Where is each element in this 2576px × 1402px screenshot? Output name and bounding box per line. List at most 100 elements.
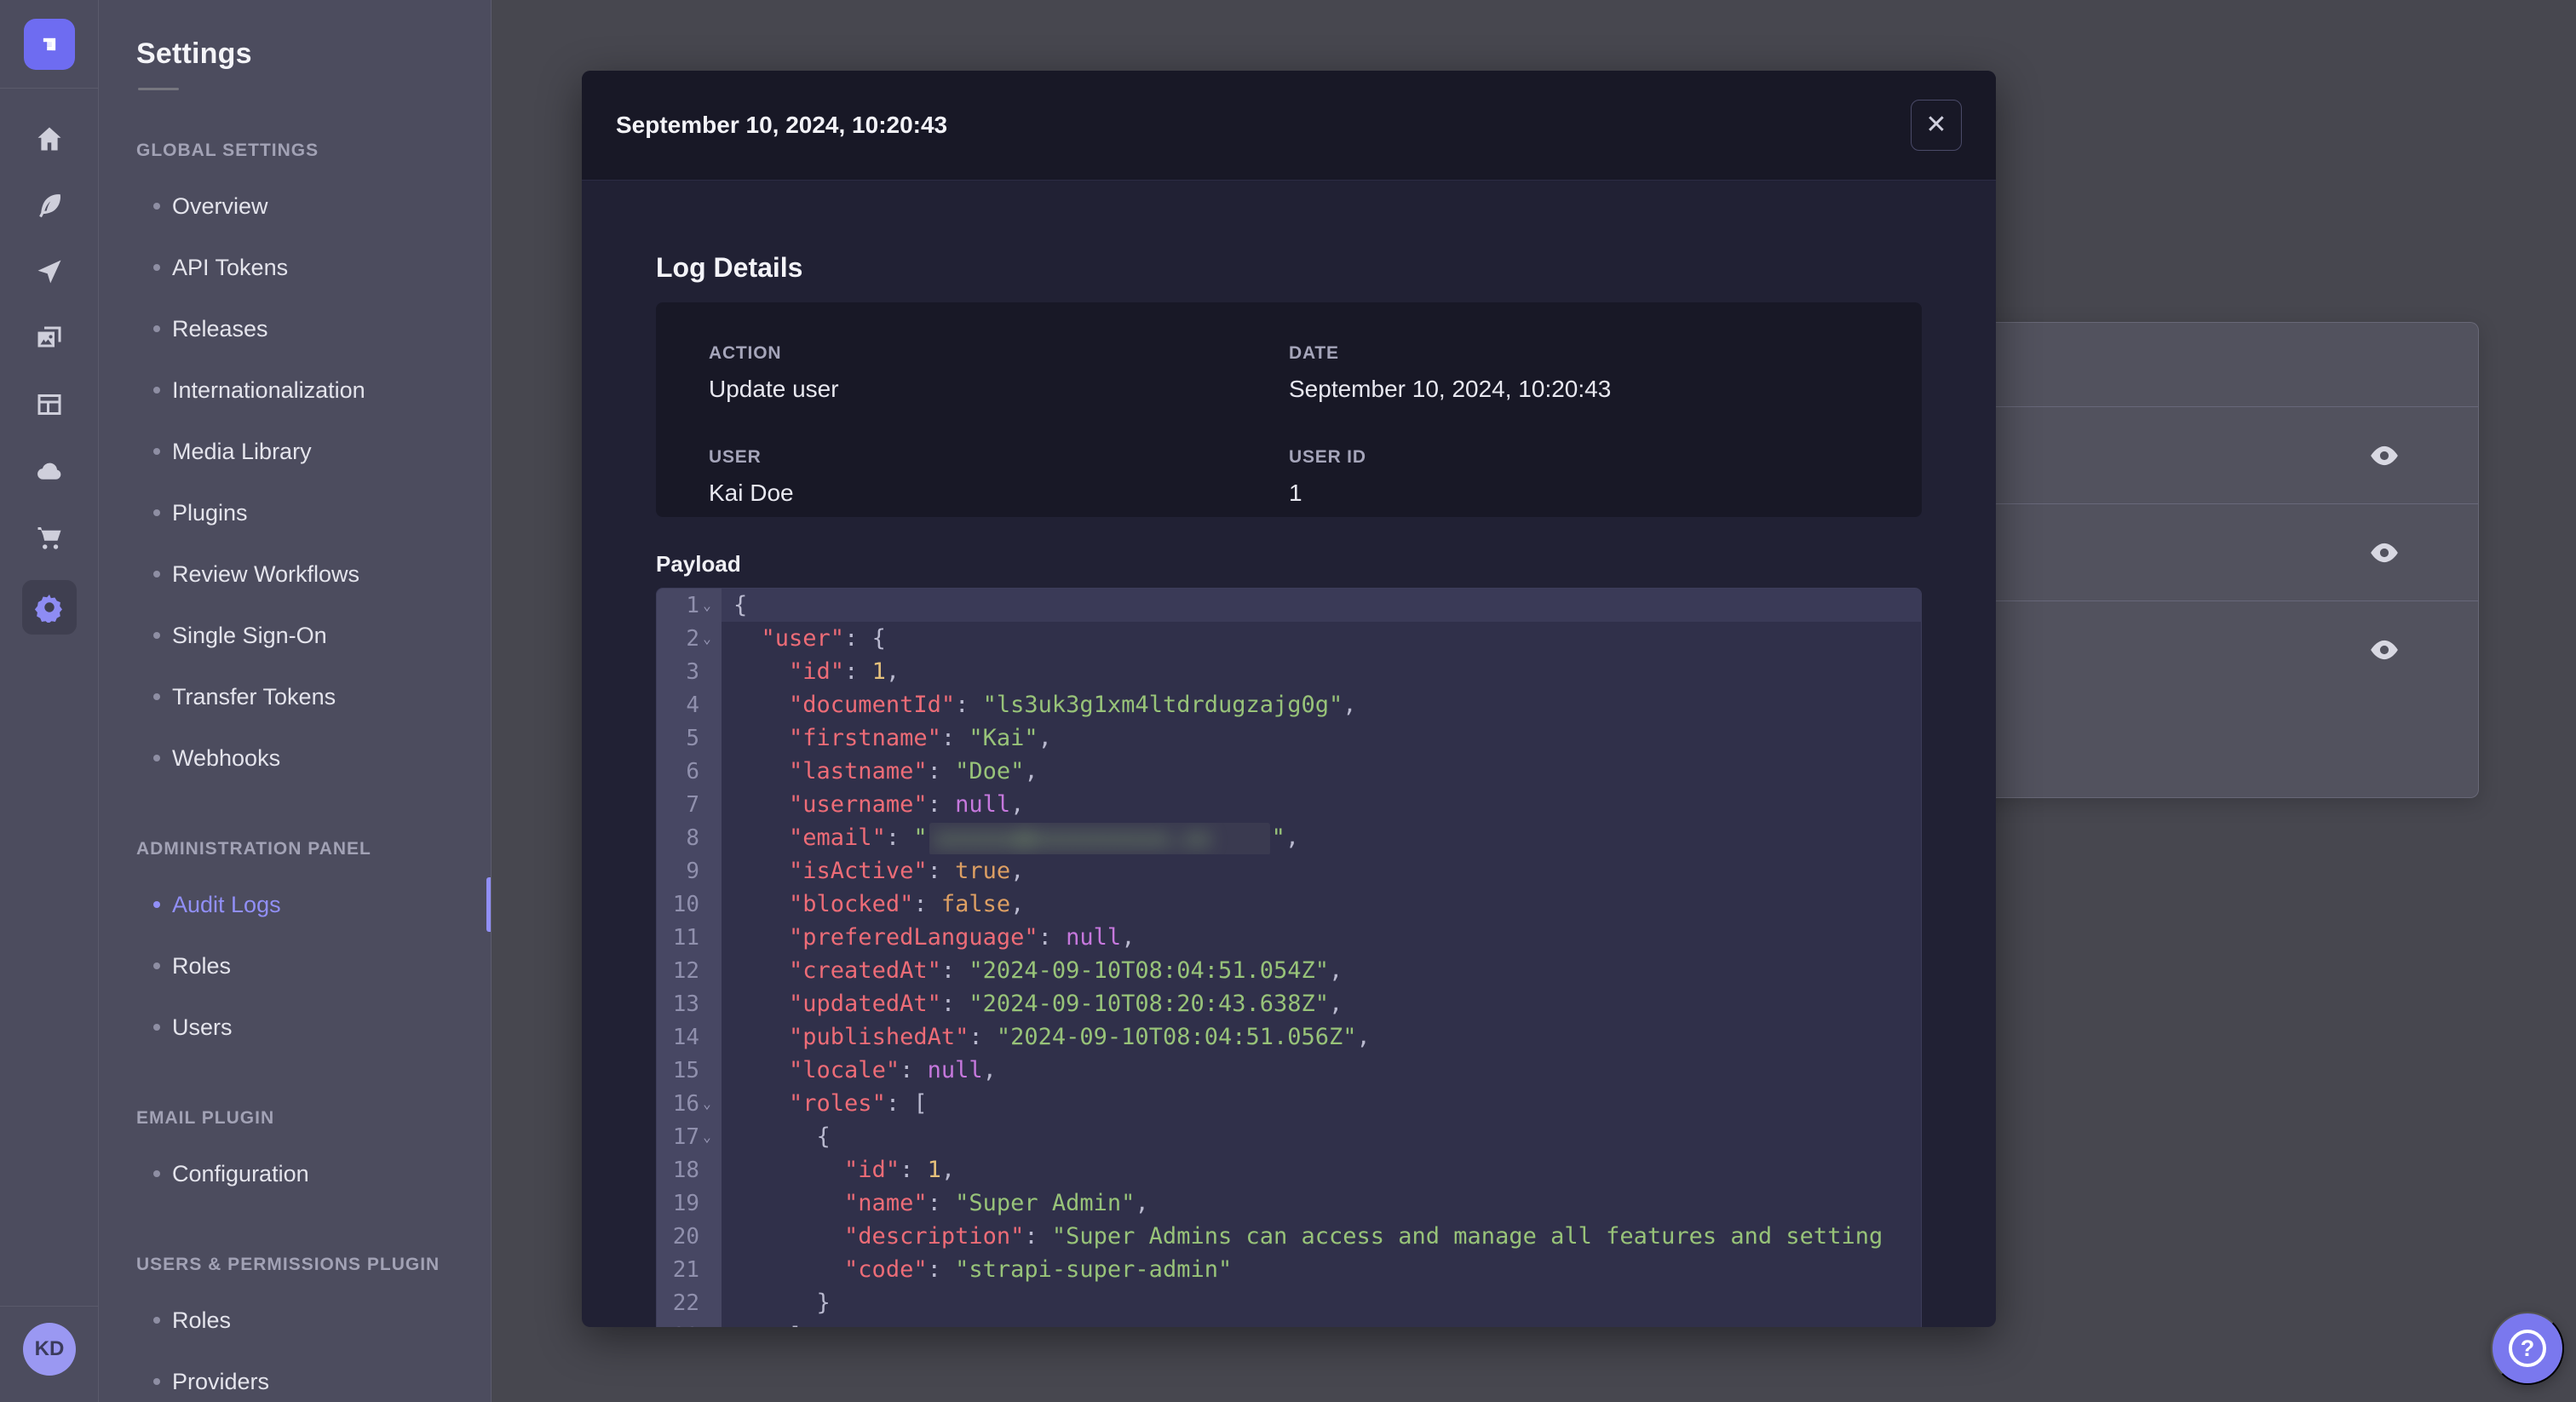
field-label: USER bbox=[709, 447, 762, 467]
modal-body: Log Details ACTION Update user DATE Septe… bbox=[582, 252, 1996, 1327]
strapi-logo-glyph bbox=[43, 37, 56, 51]
bullet-icon bbox=[153, 571, 160, 577]
send-icon[interactable] bbox=[0, 238, 99, 305]
sidebar-item-single-sign-on[interactable]: Single Sign-On bbox=[99, 605, 491, 666]
bullet-icon bbox=[153, 1170, 160, 1177]
line-number: 14⌄ bbox=[657, 1020, 722, 1054]
line-number: 18⌄ bbox=[657, 1153, 722, 1187]
code-line: 10⌄ "blocked": false, bbox=[657, 888, 1921, 921]
close-button[interactable]: ✕ bbox=[1911, 100, 1962, 151]
sidebar-item-releases[interactable]: Releases bbox=[99, 298, 491, 359]
code-line: 20⌄ "description": "Super Admins can acc… bbox=[657, 1220, 1921, 1253]
view-details-button[interactable] bbox=[2367, 439, 2401, 473]
field-value: Update user bbox=[709, 376, 839, 402]
line-number: 23⌄ bbox=[657, 1319, 722, 1327]
log-details-heading: Log Details bbox=[656, 252, 803, 283]
code-line: 4⌄ "documentId": "ls3uk3g1xm4ltdrdugzajg… bbox=[657, 688, 1921, 721]
code-text: "roles": [ bbox=[789, 1090, 928, 1117]
rail-divider bbox=[0, 88, 99, 89]
field-label: USER ID bbox=[1289, 447, 1366, 467]
code-text: "id": 1, bbox=[844, 1157, 956, 1183]
code-text: "publishedAt": "2024-09-10T08:04:51.056Z… bbox=[789, 1024, 1371, 1050]
code-text: ] bbox=[722, 1319, 1921, 1327]
code-text: "user": { bbox=[761, 625, 886, 652]
settings-sidebar: Settings GLOBAL SETTINGS Overview API Toke… bbox=[99, 0, 492, 1402]
nav-settings-active[interactable] bbox=[0, 571, 99, 644]
payload-code-editor[interactable]: 1⌄{2⌄ "user": {3⌄ "id": 1,4⌄ "documentId… bbox=[656, 588, 1922, 1327]
line-number: 12⌄ bbox=[657, 954, 722, 987]
sidebar-item-overview[interactable]: Overview bbox=[99, 175, 491, 237]
line-number: 13⌄ bbox=[657, 987, 722, 1020]
view-details-button[interactable] bbox=[2367, 536, 2401, 570]
view-details-button[interactable] bbox=[2367, 633, 2401, 667]
eye-icon bbox=[2371, 543, 2398, 563]
code-line: 22⌄ } bbox=[657, 1286, 1921, 1319]
sidebar-item-review-workflows[interactable]: Review Workflows bbox=[99, 543, 491, 605]
code-text: "firstname": "Kai", bbox=[789, 725, 1052, 751]
sidebar-item-providers[interactable]: Providers bbox=[99, 1351, 491, 1402]
close-icon: ✕ bbox=[1925, 111, 1947, 139]
code-line: 11⌄ "preferedLanguage": null, bbox=[657, 921, 1921, 954]
sidebar-item-media-library[interactable]: Media Library bbox=[99, 421, 491, 482]
home-icon[interactable] bbox=[0, 106, 99, 172]
bullet-icon bbox=[153, 203, 160, 210]
sidebar-section-header: GLOBAL SETTINGS bbox=[136, 141, 319, 160]
sidebar-item-roles[interactable]: Roles bbox=[99, 935, 491, 997]
sidebar-item-api-tokens[interactable]: API Tokens bbox=[99, 237, 491, 298]
bullet-icon bbox=[153, 901, 160, 908]
code-text: "documentId": "ls3uk3g1xm4ltdrdugzajg0g"… bbox=[789, 692, 1357, 718]
feather-icon[interactable] bbox=[0, 172, 99, 238]
code-text: "code": "strapi-super-admin" bbox=[844, 1256, 1233, 1283]
sidebar-item-audit-logs[interactable]: Audit Logs bbox=[99, 874, 491, 935]
code-line: 9⌄ "isActive": true, bbox=[657, 854, 1921, 888]
fold-chevron-icon[interactable]: ⌄ bbox=[699, 630, 715, 646]
sidebar-item-webhooks[interactable]: Webhooks bbox=[99, 727, 491, 789]
strapi-logo-icon[interactable] bbox=[24, 19, 75, 70]
bullet-icon bbox=[153, 1317, 160, 1324]
sidebar-item-configuration[interactable]: Configuration bbox=[99, 1143, 491, 1204]
line-number: 1 ⌄ bbox=[657, 589, 722, 622]
help-button[interactable]: ? bbox=[2491, 1312, 2564, 1385]
code-line: 18⌄ "id": 1, bbox=[657, 1153, 1921, 1187]
media-library-icon[interactable] bbox=[0, 305, 99, 371]
code-text: { bbox=[816, 1123, 831, 1150]
line-number: 2 ⌄ bbox=[657, 622, 722, 655]
sidebar-item-plugins[interactable]: Plugins bbox=[99, 482, 491, 543]
sidebar-item-users[interactable]: Users bbox=[99, 997, 491, 1058]
code-line: 7⌄ "username": null, bbox=[657, 788, 1921, 821]
bullet-icon bbox=[153, 264, 160, 271]
avatar[interactable]: KD bbox=[23, 1323, 76, 1376]
code-text: "email": " xxxxxx@xxxxxxxxxx.xx ", bbox=[722, 821, 1921, 854]
cloud-icon[interactable] bbox=[0, 438, 99, 504]
bullet-icon bbox=[153, 448, 160, 455]
marketplace-cart-icon[interactable] bbox=[0, 504, 99, 571]
code-line: 15⌄ "locale": null, bbox=[657, 1054, 1921, 1087]
bullet-icon bbox=[153, 632, 160, 639]
line-number: 20⌄ bbox=[657, 1220, 722, 1253]
log-field-user: USER Kai Doe bbox=[709, 447, 1289, 507]
code-line: 3⌄ "id": 1, bbox=[657, 655, 1921, 688]
sidebar-item-internationalization[interactable]: Internationalization bbox=[99, 359, 491, 421]
bullet-icon bbox=[153, 693, 160, 700]
fold-chevron-icon[interactable]: ⌄ bbox=[699, 597, 715, 613]
line-number: 10⌄ bbox=[657, 888, 722, 921]
code-line: 8⌄ "email": "xxxxxx@xxxxxxxxxx.xx", bbox=[657, 821, 1921, 854]
code-line: 14⌄ "publishedAt": "2024-09-10T08:04:51.… bbox=[657, 1020, 1921, 1054]
code-text: "description": "Super Admins can access … bbox=[844, 1223, 1883, 1250]
content-manager-icon[interactable] bbox=[0, 371, 99, 438]
sidebar-item-roles[interactable]: Roles bbox=[99, 1290, 491, 1351]
field-value: 1 bbox=[1289, 480, 1302, 506]
payload-label: Payload bbox=[656, 551, 741, 577]
code-line: 6⌄ "lastname": "Doe", bbox=[657, 755, 1921, 788]
log-field-date: DATE September 10, 2024, 10:20:43 bbox=[1289, 343, 1869, 403]
fold-chevron-icon[interactable]: ⌄ bbox=[699, 1129, 715, 1145]
modal-header: September 10, 2024, 10:20:43 ✕ bbox=[582, 71, 1996, 181]
line-number: 9⌄ bbox=[657, 854, 722, 888]
sidebar-item-transfer-tokens[interactable]: Transfer Tokens bbox=[99, 666, 491, 727]
modal-title: September 10, 2024, 10:20:43 bbox=[616, 112, 948, 138]
code-text: { bbox=[722, 589, 1921, 622]
fold-chevron-icon[interactable]: ⌄ bbox=[699, 1095, 715, 1112]
code-text: "locale": null, bbox=[789, 1057, 997, 1083]
eye-icon bbox=[2371, 445, 2398, 466]
line-number: 5⌄ bbox=[657, 721, 722, 755]
